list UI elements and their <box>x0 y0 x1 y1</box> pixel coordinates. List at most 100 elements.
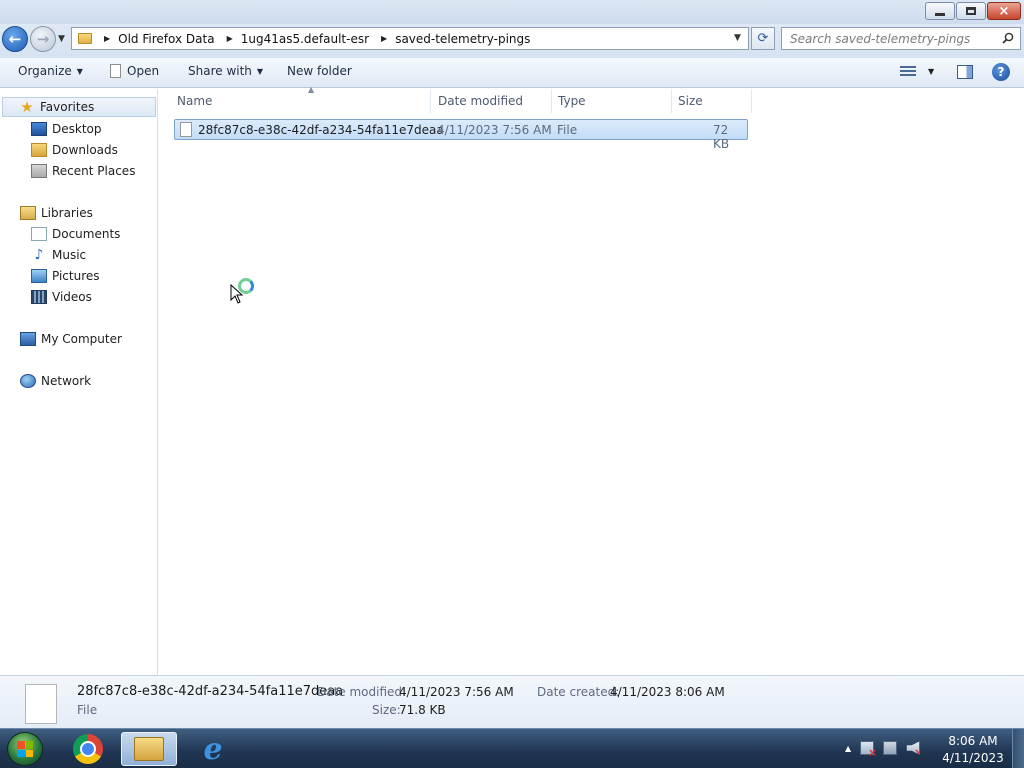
taskbar-internet-explorer[interactable]: e <box>185 732 241 767</box>
address-row: ← → ▼ ▶ Old Firefox Data ▶ 1ug41as5.defa… <box>0 24 1024 58</box>
nav-music-label: Music <box>52 248 87 262</box>
nav-desktop[interactable]: Desktop <box>31 119 102 139</box>
show-desktop-button[interactable] <box>1012 729 1024 768</box>
network-status-icon[interactable] <box>883 741 898 755</box>
file-icon <box>180 122 192 137</box>
navigation-pane: ★ Favorites Desktop Downloads Recent Plac… <box>0 89 158 675</box>
nav-documents[interactable]: Documents <box>31 224 120 244</box>
taskbar: e ▲ 8:06 AM 4/11/2023 <box>0 728 1024 768</box>
computer-icon <box>20 332 36 346</box>
chevron-down-icon: ▼ <box>256 66 264 76</box>
nav-network[interactable]: Network <box>20 371 91 391</box>
file-type: File <box>557 123 578 137</box>
details-date-created: 4/11/2023 8:06 AM <box>610 685 725 699</box>
nav-pictures-label: Pictures <box>52 269 100 283</box>
taskbar-chrome[interactable] <box>60 732 116 766</box>
address-history-dropdown[interactable]: ▼ <box>734 33 741 43</box>
search-box[interactable] <box>781 27 1021 50</box>
file-large-icon <box>25 684 57 724</box>
maximize-button[interactable] <box>956 2 986 20</box>
column-type-label: Type <box>558 94 586 108</box>
show-hidden-icons-button[interactable]: ▲ <box>845 744 851 753</box>
share-with-label: Share with <box>188 64 252 78</box>
volume-muted-icon[interactable] <box>906 741 921 755</box>
preview-pane-icon[interactable] <box>957 65 973 79</box>
nav-videos[interactable]: Videos <box>31 287 92 307</box>
details-view-icon <box>900 66 916 77</box>
nav-recent-places-label: Recent Places <box>52 164 136 178</box>
column-header-name[interactable]: ▲ Name <box>171 85 431 113</box>
recent-pages-dropdown[interactable]: ▼ <box>58 34 68 44</box>
help-icon[interactable]: ? <box>992 63 1010 81</box>
libraries-icon <box>20 206 36 220</box>
forward-arrow-icon: → <box>36 30 50 48</box>
windows-logo-icon <box>17 741 33 757</box>
chrome-icon <box>73 734 103 764</box>
documents-icon <box>31 227 47 241</box>
nav-downloads-label: Downloads <box>52 143 118 157</box>
close-button[interactable]: × <box>987 2 1021 20</box>
taskbar-windows-explorer[interactable] <box>121 732 177 766</box>
document-icon <box>110 64 121 78</box>
desktop-icon <box>31 122 47 136</box>
minimize-icon <box>935 12 945 16</box>
back-button[interactable]: ← <box>2 26 28 52</box>
breadcrumb-separator-icon[interactable]: ▶ <box>104 34 110 43</box>
details-size-label: Size: <box>372 703 401 717</box>
details-date-modified: 4/11/2023 7:56 AM <box>399 685 514 699</box>
address-bar[interactable]: ▶ Old Firefox Data ▶ 1ug41as5.default-es… <box>71 27 749 50</box>
nav-pictures[interactable]: Pictures <box>31 266 100 286</box>
file-name: 28fc87c8-e38c-42df-a234-54fa11e7deaa <box>198 122 444 137</box>
file-date-modified: 4/11/2023 7:56 AM <box>437 123 552 137</box>
new-folder-label: New folder <box>287 64 352 78</box>
details-file-name: 28fc87c8-e38c-42df-a234-54fa11e7deaa <box>77 684 344 699</box>
new-folder-button[interactable]: New folder <box>287 64 352 78</box>
column-header-date-modified[interactable]: Date modified <box>432 89 552 113</box>
close-icon: × <box>998 3 1010 19</box>
chevron-down-icon: ▼ <box>58 34 65 44</box>
nav-recent-places[interactable]: Recent Places <box>31 161 135 181</box>
action-center-icon[interactable] <box>860 741 877 759</box>
network-icon <box>20 374 36 388</box>
clock-date: 4/11/2023 <box>942 751 1004 765</box>
search-icon[interactable] <box>1002 32 1014 44</box>
refresh-button[interactable]: ⟳ <box>751 27 775 50</box>
breadcrumb-separator-icon[interactable]: ▶ <box>227 34 233 43</box>
clock-time: 8:06 AM <box>948 734 998 748</box>
details-size: 71.8 KB <box>399 703 446 717</box>
nav-music[interactable]: ♪ Music <box>31 245 87 265</box>
column-header-size[interactable]: Size <box>672 89 752 113</box>
nav-favorites-label: Favorites <box>40 100 95 114</box>
chevron-down-icon: ▼ <box>76 66 83 76</box>
chevron-down-icon: ▼ <box>928 67 935 76</box>
nav-my-computer-label: My Computer <box>41 332 122 346</box>
column-header-type[interactable]: Type <box>552 89 672 113</box>
music-icon: ♪ <box>34 247 44 263</box>
share-with-button[interactable]: Share with ▼ <box>188 64 263 78</box>
details-date-modified-label: Date modified: <box>317 685 407 699</box>
nav-libraries[interactable]: Libraries <box>20 203 93 223</box>
breadcrumb-profile[interactable]: 1ug41as5.default-esr <box>241 32 369 46</box>
breadcrumb-saved-telemetry-pings[interactable]: saved-telemetry-pings <box>395 32 530 46</box>
nav-downloads[interactable]: Downloads <box>31 140 118 160</box>
start-button[interactable] <box>7 732 43 766</box>
star-icon: ★ <box>20 98 34 116</box>
change-view-button[interactable]: ▼ <box>900 66 934 77</box>
breadcrumb-separator-icon[interactable]: ▶ <box>381 34 387 43</box>
breadcrumb-old-firefox-data[interactable]: Old Firefox Data <box>118 32 214 46</box>
restore-icon <box>966 7 976 15</box>
forward-button[interactable]: → <box>30 26 56 52</box>
pictures-icon <box>31 269 47 283</box>
clock[interactable]: 8:06 AM 4/11/2023 <box>940 733 1006 767</box>
nav-favorites[interactable]: ★ Favorites <box>2 97 156 117</box>
open-button[interactable]: Open <box>110 64 159 78</box>
file-row[interactable]: 28fc87c8-e38c-42df-a234-54fa11e7deaa 4/1… <box>174 119 748 151</box>
organize-button[interactable]: Organize ▼ <box>18 64 83 78</box>
nav-my-computer[interactable]: My Computer <box>20 329 122 349</box>
minimize-button[interactable] <box>925 2 955 20</box>
nav-videos-label: Videos <box>52 290 92 304</box>
folder-icon <box>78 33 92 44</box>
search-input[interactable] <box>790 31 990 46</box>
file-size: 72 KB <box>713 123 730 151</box>
command-bar: Organize ▼ Open Share with ▼ New folder ▼ … <box>0 58 1024 88</box>
